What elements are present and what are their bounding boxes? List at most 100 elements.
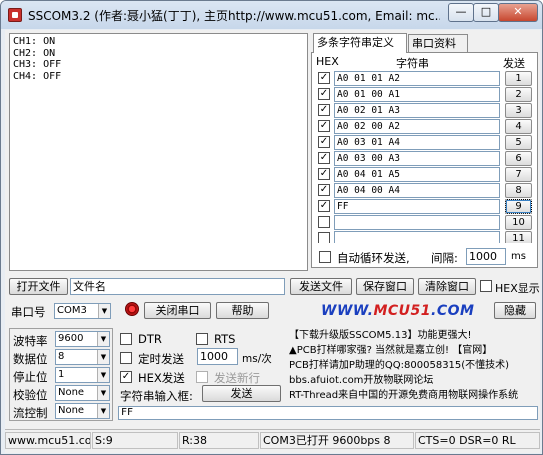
- string-input[interactable]: A0 02 01 A3: [334, 103, 500, 118]
- dtr-checkbox[interactable]: [120, 333, 132, 345]
- minimize-button[interactable]: —: [448, 3, 474, 22]
- send-string-button[interactable]: 3: [505, 103, 532, 118]
- receive-line: CH1: ON: [13, 36, 56, 47]
- send-string-input[interactable]: FF: [118, 406, 538, 420]
- timed-send-checkbox[interactable]: [120, 352, 132, 364]
- title-bar[interactable]: SSCOM3.2 (作者:聂小猛(丁丁), 主页http://www.mcu51…: [1, 1, 542, 29]
- hex-display-checkbox[interactable]: [480, 280, 492, 292]
- flow-control-label: 流控制: [13, 406, 48, 420]
- ad-link[interactable]: bbs.afuiot.com开放物联网论坛: [289, 373, 539, 388]
- port-select-value: COM3: [57, 305, 87, 316]
- multi-string-panel: HEX 字符串 发送 ✓ A0 01 01 A2 1 ✓ A0 01 00 A1…: [311, 52, 538, 268]
- string-input[interactable]: A0 04 01 A5: [334, 167, 500, 182]
- send-string-button[interactable]: 4: [505, 119, 532, 134]
- timed-interval-input[interactable]: 1000: [197, 348, 238, 365]
- send-newline-label: 发送新行: [214, 371, 260, 385]
- string-row: ✓ A0 03 01 A4 5: [315, 135, 536, 150]
- chevron-down-icon: ▼: [98, 304, 110, 318]
- logo-part: WWW.: [321, 303, 374, 319]
- receive-textarea[interactable]: CH1: ON CH2: ON CH3: OFF CH4: OFF: [9, 33, 308, 271]
- ad-link[interactable]: 【下载升级版SSCOM5.13】功能更强大!: [289, 328, 539, 343]
- tab-multi-string[interactable]: 多条字符串定义: [313, 33, 407, 53]
- hex-checkbox[interactable]: ✓: [318, 136, 330, 148]
- send-string-button[interactable]: 6: [505, 151, 532, 166]
- string-input[interactable]: [334, 215, 500, 230]
- string-input[interactable]: [334, 231, 500, 243]
- status-bar: www.mcu51.cor S:9 R:38 COM3已打开 9600bps 8…: [5, 429, 540, 450]
- parity-label: 校验位: [13, 388, 48, 402]
- send-string-button[interactable]: 11: [505, 231, 532, 243]
- string-input[interactable]: FF: [334, 199, 500, 214]
- interval-unit: ms: [511, 251, 526, 262]
- status-received-count: R:38: [179, 432, 259, 449]
- ad-link[interactable]: ▲PCB打样哪家强? 当然就是嘉立创! 【官网】: [289, 343, 539, 358]
- baud-select[interactable]: 9600 ▼: [55, 331, 110, 347]
- timed-unit-label: ms/次: [242, 353, 272, 365]
- hex-checkbox[interactable]: ✓: [318, 168, 330, 180]
- string-input[interactable]: A0 03 01 A4: [334, 135, 500, 150]
- stop-bits-label: 停止位: [13, 370, 48, 384]
- serial-settings-group: 波特率 9600 ▼ 数据位 8 ▼ 停止位 1 ▼ 校验位 None ▼ 流控制 No…: [9, 328, 113, 421]
- hex-checkbox[interactable]: ✓: [318, 200, 330, 212]
- send-string-button[interactable]: 10: [505, 215, 532, 230]
- send-string-button[interactable]: 8: [505, 183, 532, 198]
- send-newline-checkbox[interactable]: [196, 371, 208, 383]
- clear-window-button[interactable]: 清除窗口: [418, 278, 476, 295]
- ad-link[interactable]: PCB打样请加P助理的QQ:800058315(不懂技术): [289, 358, 539, 373]
- string-input[interactable]: A0 02 00 A2: [334, 119, 500, 134]
- interval-label: 间隔:: [431, 251, 458, 265]
- string-input[interactable]: A0 03 00 A3: [334, 151, 500, 166]
- chevron-down-icon: ▼: [97, 332, 109, 346]
- string-row: ✓ A0 03 00 A3 6: [315, 151, 536, 166]
- flow-control-select[interactable]: None ▼: [55, 403, 110, 419]
- port-select[interactable]: COM3 ▼: [54, 303, 111, 319]
- string-input-label: 字符串输入框:: [120, 389, 193, 403]
- file-name-input[interactable]: 文件名: [70, 278, 285, 295]
- string-column-header: 字符串: [396, 57, 429, 70]
- interval-input[interactable]: 1000: [466, 248, 506, 265]
- send-string-button[interactable]: 2: [505, 87, 532, 102]
- status-site[interactable]: www.mcu51.cor: [5, 432, 91, 449]
- send-string-button[interactable]: 1: [505, 71, 532, 86]
- save-window-button[interactable]: 保存窗口: [356, 278, 414, 295]
- hex-checkbox[interactable]: ✓: [318, 120, 330, 132]
- parity-select[interactable]: None ▼: [55, 385, 110, 401]
- receive-line: CH3: OFF: [13, 59, 62, 70]
- ad-link[interactable]: RT-Thread来自中国的开源免费商用物联网操作系统: [289, 388, 539, 403]
- data-bits-select[interactable]: 8 ▼: [55, 349, 110, 365]
- hex-checkbox[interactable]: ✓: [318, 104, 330, 116]
- hex-checkbox[interactable]: ✓: [318, 88, 330, 100]
- string-row: ✓ A0 01 00 A1 2: [315, 87, 536, 102]
- tab-port-info[interactable]: 串口资料: [408, 34, 468, 53]
- hex-checkbox[interactable]: ✓: [318, 72, 330, 84]
- hex-column-header: HEX: [316, 55, 339, 68]
- string-row: ✓ A0 02 01 A3 3: [315, 103, 536, 118]
- send-file-button[interactable]: 发送文件: [290, 278, 352, 295]
- stop-bits-select[interactable]: 1 ▼: [55, 367, 110, 383]
- hex-send-checkbox[interactable]: ✓: [120, 371, 132, 383]
- string-input[interactable]: A0 01 00 A1: [334, 87, 500, 102]
- close-port-button[interactable]: 关闭串口: [144, 302, 211, 319]
- rts-checkbox[interactable]: [196, 333, 208, 345]
- loop-send-bar: 自动循环发送, 间隔: 1000 ms: [315, 247, 533, 267]
- hex-checkbox[interactable]: ✓: [318, 184, 330, 196]
- send-string-button[interactable]: 7: [505, 167, 532, 182]
- hex-checkbox[interactable]: [318, 216, 330, 228]
- loop-send-checkbox[interactable]: [319, 251, 331, 263]
- help-button[interactable]: 帮助: [216, 302, 269, 319]
- string-input[interactable]: A0 01 01 A2: [334, 71, 500, 86]
- mcu51-logo[interactable]: WWW.MCU51.COM: [321, 303, 474, 319]
- hide-button[interactable]: 隐藏: [494, 302, 536, 319]
- open-file-button[interactable]: 打开文件: [9, 278, 68, 295]
- string-row: ✓ A0 01 01 A2 1: [315, 71, 536, 86]
- maximize-button[interactable]: □: [473, 3, 499, 22]
- status-line-signals: CTS=0 DSR=0 RL: [415, 432, 540, 449]
- string-input[interactable]: A0 04 00 A4: [334, 183, 500, 198]
- send-string-button[interactable]: 9: [505, 199, 532, 214]
- send-string-button[interactable]: 5: [505, 135, 532, 150]
- chevron-down-icon: ▼: [97, 386, 109, 400]
- hex-checkbox[interactable]: ✓: [318, 152, 330, 164]
- hex-checkbox[interactable]: [318, 232, 330, 243]
- close-button[interactable]: ✕: [498, 3, 538, 22]
- send-button[interactable]: 发送: [202, 385, 281, 402]
